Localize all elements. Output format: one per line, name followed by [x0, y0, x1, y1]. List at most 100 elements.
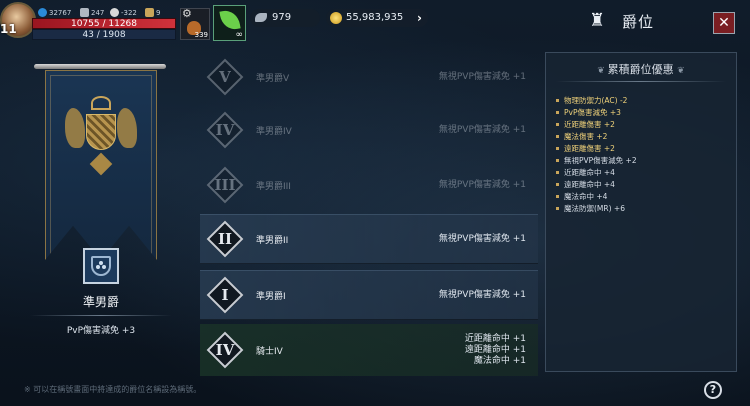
- rank-benefit: 無視PVP傷害減免 +1: [438, 124, 526, 135]
- rank-row[interactable]: III 準男爵III 無視PVP傷害減免 +1: [200, 160, 538, 210]
- fleur-icon: [89, 152, 113, 176]
- rank-name: 準男爵V: [256, 73, 290, 84]
- window-title: 爵位: [622, 13, 655, 31]
- rank-numeral: IV: [215, 121, 235, 139]
- wing-amount: 979: [272, 12, 292, 23]
- rank-name: 騎士IV: [256, 346, 283, 357]
- accumulated-list: 物理防禦力(AC) -2 PvP傷害減免 +3 近距離傷害 +2 魔法傷害 +2…: [556, 95, 732, 215]
- top-hud: 11 32767 247 -322 9 10755 / 11268 43 / 1…: [0, 0, 750, 44]
- gear-icon[interactable]: ⚙: [182, 7, 192, 20]
- mana-gem-icon: [38, 8, 47, 17]
- rank-list: V 準男爵V 無視PVP傷害減免 +1 IV 準男爵IV 無視PVP傷害減免 +…: [200, 48, 538, 376]
- bag-count: 339: [194, 31, 208, 39]
- rank-numeral: IV: [215, 341, 235, 359]
- benefit-item: 遠距離傷害 +2: [556, 143, 732, 155]
- stat-trophy: 9: [145, 8, 160, 17]
- footnote: ※ 可以在稱號畫面中將達成的爵位名稱設為稱號。: [24, 385, 202, 394]
- shield-icon: [86, 114, 116, 150]
- player-level: 11: [0, 22, 17, 36]
- help-button[interactable]: ?: [704, 381, 722, 399]
- current-rank-name: 準男爵: [82, 295, 119, 309]
- rank-numeral: V: [219, 68, 231, 86]
- rank-benefit-line: 近距離命中 +1: [464, 333, 526, 344]
- rank-badge: I: [206, 276, 244, 314]
- rank-badge: V: [206, 58, 244, 96]
- divider: [556, 81, 726, 82]
- trophy-icon: [145, 8, 154, 17]
- title-rank-icon: ♜: [589, 10, 606, 31]
- rank-benefit: 無視PVP傷害減免 +1: [438, 179, 526, 190]
- accumulated-benefits-panel: ❦ 累積爵位優惠 ❦ 物理防禦力(AC) -2 PvP傷害減免 +3 近距離傷害…: [545, 52, 737, 372]
- stag-left-icon: [65, 108, 85, 148]
- benefit-item: 魔法命中 +4: [556, 191, 732, 203]
- rank-numeral: I: [221, 286, 229, 304]
- benefit-item: 物理防禦力(AC) -2: [556, 95, 732, 107]
- stat-alignment: -322: [110, 8, 137, 17]
- rank-benefit-line: 遠距離命中 +1: [464, 344, 526, 355]
- ornament-left-icon: ❦: [597, 66, 608, 76]
- gold-currency[interactable]: 55,983,935 ›: [326, 9, 428, 27]
- rank-row[interactable]: IV 騎士IV 近距離命中 +1 遠距離命中 +1 魔法命中 +1: [200, 324, 538, 376]
- rank-dots: [96, 261, 106, 269]
- divider: [30, 315, 172, 316]
- ornament-right-icon: ❦: [677, 66, 685, 76]
- rank-row[interactable]: IV 準男爵IV 無視PVP傷害減免 +1: [200, 105, 538, 155]
- benefit-item: 無視PVP傷害減免 +2: [556, 155, 732, 167]
- stag-right-icon: [117, 108, 137, 148]
- rank-row[interactable]: I 準男爵I 無視PVP傷害減免 +1: [200, 270, 538, 320]
- benefit-item: PvP傷害減免 +3: [556, 107, 732, 119]
- rank-name: 準男爵III: [256, 181, 291, 192]
- stat-mana: 32767: [38, 8, 71, 17]
- crest-emblem: [61, 86, 141, 176]
- stat-mana-value: 32767: [49, 8, 72, 17]
- wing-icon: [255, 13, 267, 22]
- rank-numeral: II: [217, 230, 233, 248]
- banner-rod: [34, 64, 166, 69]
- rank-benefit: 近距離命中 +1 遠距離命中 +1 魔法命中 +1: [465, 334, 526, 367]
- stat-attack-value: 247: [91, 8, 105, 17]
- leaf-icon: [219, 8, 241, 32]
- chevron-right-icon[interactable]: ›: [417, 9, 422, 27]
- stat-alignment-value: -322: [121, 8, 137, 17]
- gold-amount: 55,983,935: [346, 12, 404, 23]
- buff-slot[interactable]: ∞: [213, 5, 246, 41]
- rank-benefit: 無視PVP傷害減免 +1: [438, 289, 526, 300]
- mp-bar: 43 / 1908: [32, 29, 176, 40]
- help-icon: ?: [709, 383, 717, 396]
- close-icon: ✕: [718, 15, 730, 31]
- current-rank-icon: [83, 248, 119, 284]
- benefit-item: 魔法傷害 +2: [556, 131, 732, 143]
- rank-badge: III: [206, 166, 244, 204]
- rank-benefit: 無視PVP傷害減免 +1: [438, 71, 526, 82]
- inventory-slot[interactable]: ⚙ 339: [180, 7, 210, 40]
- rank-benefit-line: 魔法命中 +1: [473, 355, 526, 366]
- current-rank-benefit: PvP傷害減免 +3: [66, 326, 136, 336]
- sword-icon: [80, 8, 89, 17]
- rank-name: 準男爵II: [256, 235, 289, 246]
- skull-icon: [110, 8, 119, 17]
- rank-name: 準男爵I: [256, 291, 286, 302]
- accumulated-title-text: 累積爵位優惠: [607, 63, 674, 76]
- rank-name: 準男爵IV: [256, 126, 292, 137]
- rank-benefit: 無視PVP傷害減免 +1: [438, 233, 526, 244]
- benefit-item: 遠距離命中 +4: [556, 179, 732, 191]
- rank-banner: [34, 60, 166, 260]
- accumulated-title: ❦ 累積爵位優惠 ❦: [546, 61, 736, 77]
- benefit-item: 魔法防禦(MR) +6: [556, 203, 732, 215]
- wing-currency: 979: [250, 9, 320, 27]
- gold-coin-icon: [330, 12, 342, 24]
- rank-badge: IV: [206, 111, 244, 149]
- rank-numeral: III: [214, 176, 236, 194]
- benefit-item: 近距離傷害 +2: [556, 119, 732, 131]
- close-button[interactable]: ✕: [713, 12, 735, 34]
- stat-attack: 247: [80, 8, 104, 17]
- stat-trophy-value: 9: [156, 8, 161, 17]
- rank-row[interactable]: V 準男爵V 無視PVP傷害減免 +1: [200, 52, 538, 102]
- rank-row[interactable]: II 準男爵II 無視PVP傷害減免 +1: [200, 214, 538, 264]
- benefit-item: 近距離命中 +4: [556, 167, 732, 179]
- rank-badge: II: [206, 220, 244, 258]
- hp-bar: 10755 / 11268: [32, 18, 176, 29]
- rank-badge: IV: [206, 331, 244, 369]
- crown-icon: [91, 96, 111, 110]
- buff-duration: ∞: [235, 30, 244, 40]
